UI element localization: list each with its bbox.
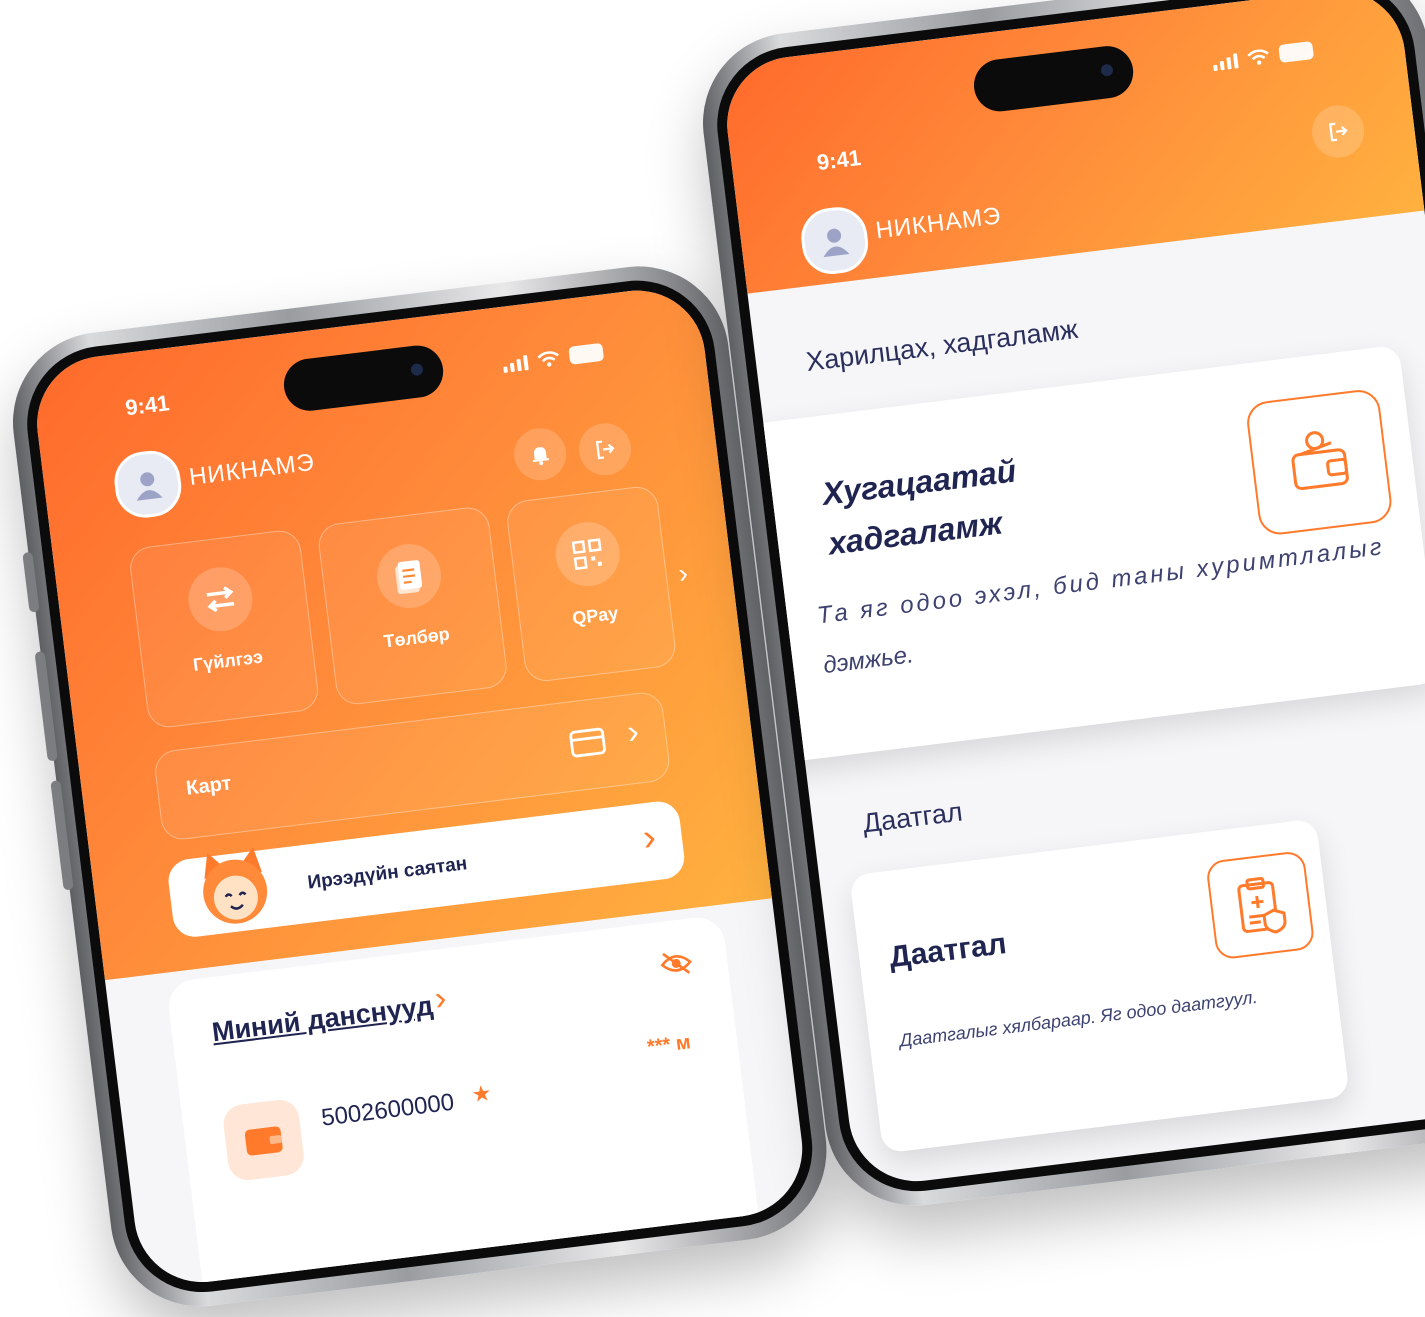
bezel: 9:41 НИКНАМЭ Гүйлгээ Төлбөр QPay › Карт … — [18, 271, 822, 1301]
savings-banner-label: Ирээдүйн саятан — [306, 853, 469, 894]
user-icon — [823, 228, 850, 258]
card-title: Хугацаатай — [820, 452, 1019, 512]
masked-balance: *** м — [645, 1031, 692, 1059]
tile-qpay[interactable]: QPay › — [504, 484, 690, 684]
wifi-icon — [537, 351, 559, 367]
section-title-savings: Харилцах, хадгаламж — [804, 313, 1080, 377]
phone-left: 9:41 НИКНАМЭ Гүйлгээ Төлбөр QPay › Карт … — [2, 256, 837, 1317]
bezel: 9:41 НИКНАМЭ Харилцах, хадгаламж Хугацаа… — [708, 0, 1425, 1201]
bell-icon — [532, 447, 549, 466]
side-button — [22, 551, 40, 613]
signal-icon — [1212, 53, 1239, 72]
status-time: 9:41 — [815, 144, 863, 176]
volume-up-button — [34, 651, 58, 762]
wallet-coin-icon — [1244, 387, 1394, 537]
status-time: 9:41 — [123, 390, 171, 421]
tile-label: Гүйлгээ — [191, 646, 264, 675]
chevron-right-icon: › — [625, 712, 641, 752]
user-icon — [136, 472, 163, 501]
card-insurance[interactable]: Даатгал Даатгалыг хялбараар. Яг одоо даа… — [849, 818, 1350, 1154]
card-description: Даатгалыг хялбараар. Яг одоо даатгуул. — [898, 986, 1259, 1051]
card-term-deposit[interactable]: Хугацаатай хадгаламж Та яг одоо эхэл, би… — [723, 344, 1425, 766]
wallet-icon — [221, 1097, 307, 1183]
screen-right: 9:41 НИКНАМЭ Харилцах, хадгаламж Хугацаа… — [719, 0, 1425, 1189]
account-number[interactable]: 5002600000 — [320, 1089, 456, 1133]
logout-icon — [595, 440, 615, 460]
tile-payment[interactable]: Төлбөр — [316, 505, 510, 707]
screen-left: 9:41 НИКНАМЭ Гүйлгээ Төлбөр QPay › Карт … — [29, 282, 811, 1290]
card-row-label: Карт — [184, 772, 233, 800]
card-title: хадгаламж — [826, 504, 1005, 562]
logout-icon — [1328, 122, 1348, 142]
wifi-icon — [1247, 49, 1269, 65]
eye-off-icon[interactable] — [659, 949, 694, 979]
insurance-clipboard-icon — [1205, 850, 1316, 961]
tile-transfer[interactable]: Гүйлгээ — [127, 528, 321, 730]
mascot-icon — [187, 841, 283, 937]
star-icon: ★ — [470, 1080, 493, 1108]
card-title: Даатгал — [887, 927, 1009, 975]
accounts-panel: Миний данснууд › 5002600000 ★ *** м — [165, 914, 762, 1290]
chevron-right-icon[interactable]: › — [432, 979, 448, 1019]
chevron-right-icon: › — [640, 816, 659, 860]
credit-card-icon — [569, 727, 606, 758]
bill-icon — [373, 540, 445, 612]
accounts-title[interactable]: Миний данснууд — [210, 990, 435, 1048]
volume-down-button — [50, 780, 74, 891]
transfer-arrows-icon — [184, 563, 257, 635]
tile-label: QPay — [571, 602, 620, 629]
card-description: дэмжье. — [821, 641, 916, 680]
tile-label: Төлбөр — [382, 623, 451, 652]
section-title-insurance: Даатгал — [861, 796, 965, 839]
signal-icon — [502, 355, 529, 373]
qr-code-icon — [552, 518, 624, 590]
